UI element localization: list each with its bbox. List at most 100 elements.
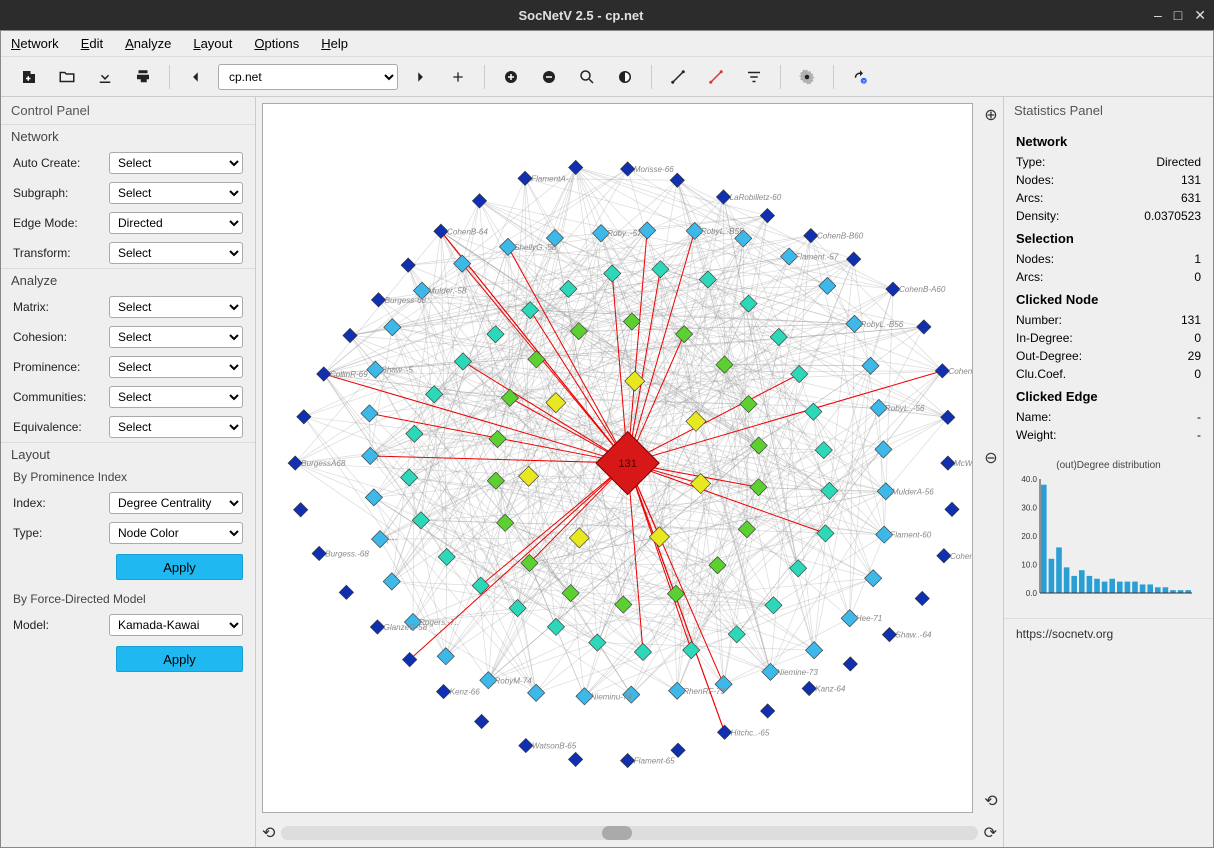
cn-clu-k: Clu.Coef.	[1016, 367, 1066, 381]
new-file-icon[interactable]	[13, 61, 45, 93]
cn-out-v: 29	[1188, 349, 1201, 363]
svg-text:(---: (---	[386, 535, 397, 544]
svg-text:Mulder.-58: Mulder.-58	[428, 287, 467, 296]
search-icon[interactable]	[571, 61, 603, 93]
stat-nodes-k: Nodes:	[1016, 173, 1054, 187]
hscroll[interactable]	[281, 826, 977, 840]
svg-text:10.0: 10.0	[1021, 561, 1037, 570]
svg-text:RhenRF-73: RhenRF-73	[683, 687, 725, 696]
svg-text:0.0: 0.0	[1026, 589, 1038, 598]
svg-text:McWhinn-64: McWhinn-64	[954, 459, 972, 468]
remove-edge-icon[interactable]	[700, 61, 732, 93]
stats-clicked-edge-title: Clicked Edge	[1016, 389, 1201, 404]
menu-network[interactable]: Network	[11, 36, 59, 51]
svg-text:BurgessA68: BurgessA68	[301, 459, 346, 468]
type-select[interactable]: Node Color	[109, 522, 243, 544]
menu-layout[interactable]: Layout	[193, 36, 232, 51]
cn-in-v: 0	[1194, 331, 1201, 345]
graph-canvas[interactable]: 131McWhinn-64Cohen-.1864Shaw..-64Kanz-64…	[262, 103, 973, 813]
add-edge-icon[interactable]	[662, 61, 694, 93]
apply-force-button[interactable]: Apply	[116, 646, 243, 672]
prominence-label: Prominence:	[13, 360, 103, 374]
maximize-icon[interactable]: □	[1174, 7, 1182, 24]
by-prominence-title: By Prominence Index	[1, 466, 255, 488]
control-panel: Control Panel Network Auto Create: Select…	[1, 97, 256, 847]
zoom-reset-icon[interactable]: ⟲	[984, 791, 997, 811]
stat-type-k: Type:	[1016, 155, 1045, 169]
filter-icon[interactable]	[738, 61, 770, 93]
file-selector[interactable]: cp.net	[218, 64, 398, 90]
index-label: Index:	[13, 496, 103, 510]
subgraph-select[interactable]: Select	[109, 182, 243, 204]
svg-text:Cohen-.1864: Cohen-.1864	[950, 552, 972, 561]
add-icon[interactable]	[442, 61, 474, 93]
transform-select[interactable]: Select	[109, 242, 243, 264]
stats-selection-title: Selection	[1016, 231, 1201, 246]
svg-text:(---: (---	[376, 452, 387, 461]
index-select[interactable]: Degree Centrality	[109, 492, 243, 514]
close-icon[interactable]: ✕	[1194, 7, 1206, 24]
cn-number-k: Number:	[1016, 313, 1062, 327]
communities-label: Communities:	[13, 390, 103, 404]
svg-text:RobyL..-56: RobyL..-56	[885, 404, 925, 413]
zoom-in-icon[interactable]: ⊕	[984, 105, 997, 125]
remove-node-icon[interactable]	[533, 61, 565, 93]
stats-panel-title: Statistics Panel	[1004, 97, 1213, 124]
svg-text:CohenB-64: CohenB-64	[447, 227, 488, 236]
node-props-icon[interactable]	[609, 61, 641, 93]
open-file-icon[interactable]	[51, 61, 83, 93]
minimize-icon[interactable]: –	[1154, 7, 1162, 24]
rotate-cw-icon[interactable]: ⟳	[984, 823, 997, 843]
svg-text:Burgess.-68: Burgess.-68	[325, 550, 369, 559]
svg-text:Flament-65: Flament-65	[634, 757, 675, 766]
menu-analyze[interactable]: Analyze	[125, 36, 171, 51]
sel-nodes-v: 1	[1194, 252, 1201, 266]
prev-icon[interactable]	[180, 61, 212, 93]
prominence-select[interactable]: Select	[109, 356, 243, 378]
model-select[interactable]: Kamada-Kawai	[109, 614, 243, 636]
auto-create-select[interactable]: Select	[109, 152, 243, 174]
add-node-icon[interactable]	[495, 61, 527, 93]
apply-prominence-button[interactable]: Apply	[116, 554, 243, 580]
auto-create-label: Auto Create:	[13, 156, 103, 170]
rotate-ccw-icon[interactable]: ⟲	[262, 823, 275, 843]
equivalence-select[interactable]: Select	[109, 416, 243, 438]
stat-density-k: Density:	[1016, 209, 1059, 223]
url-label: https://socnetv.org	[1004, 618, 1213, 649]
svg-text:CollinR-69: CollinR-69	[330, 370, 368, 379]
equivalence-label: Equivalence:	[13, 420, 103, 434]
svg-text:Kenz-66: Kenz-66	[450, 688, 481, 697]
model-label: Model:	[13, 618, 103, 632]
menu-help[interactable]: Help	[321, 36, 348, 51]
svg-text:Hitchc..-65: Hitchc..-65	[731, 728, 770, 737]
settings-icon[interactable]	[791, 61, 823, 93]
svg-text:Morisse-66: Morisse-66	[634, 165, 675, 174]
type-label: Type:	[13, 526, 103, 540]
svg-text:Flament-60: Flament-60	[890, 531, 931, 540]
menu-options[interactable]: Options	[254, 36, 299, 51]
control-panel-title: Control Panel	[1, 97, 255, 124]
edge-mode-select[interactable]: Directed	[109, 212, 243, 234]
help-icon[interactable]: ?	[844, 61, 876, 93]
stats-network-title: Network	[1016, 134, 1201, 149]
print-icon[interactable]	[127, 61, 159, 93]
svg-text:MulderA-56: MulderA-56	[892, 487, 934, 496]
svg-text:Niemine-73: Niemine-73	[776, 668, 818, 677]
sel-arcs-v: 0	[1194, 270, 1201, 284]
zoom-out-icon[interactable]: ⊖	[984, 448, 997, 468]
svg-text:Kanz-64: Kanz-64	[815, 685, 846, 694]
download-icon[interactable]	[89, 61, 121, 93]
cohesion-select[interactable]: Select	[109, 326, 243, 348]
control-network-title: Network	[1, 124, 255, 148]
cohesion-label: Cohesion:	[13, 330, 103, 344]
communities-select[interactable]: Select	[109, 386, 243, 408]
sel-nodes-k: Nodes:	[1016, 252, 1054, 266]
next-icon[interactable]	[404, 61, 436, 93]
menu-edit[interactable]: Edit	[81, 36, 103, 51]
svg-text:RobyM-74: RobyM-74	[494, 676, 532, 685]
sel-arcs-k: Arcs:	[1016, 270, 1043, 284]
ce-weight-v: -	[1197, 428, 1201, 442]
svg-text:ShellyG.-58: ShellyG.-58	[514, 243, 557, 252]
matrix-select[interactable]: Select	[109, 296, 243, 318]
svg-text:40.0: 40.0	[1021, 475, 1037, 484]
